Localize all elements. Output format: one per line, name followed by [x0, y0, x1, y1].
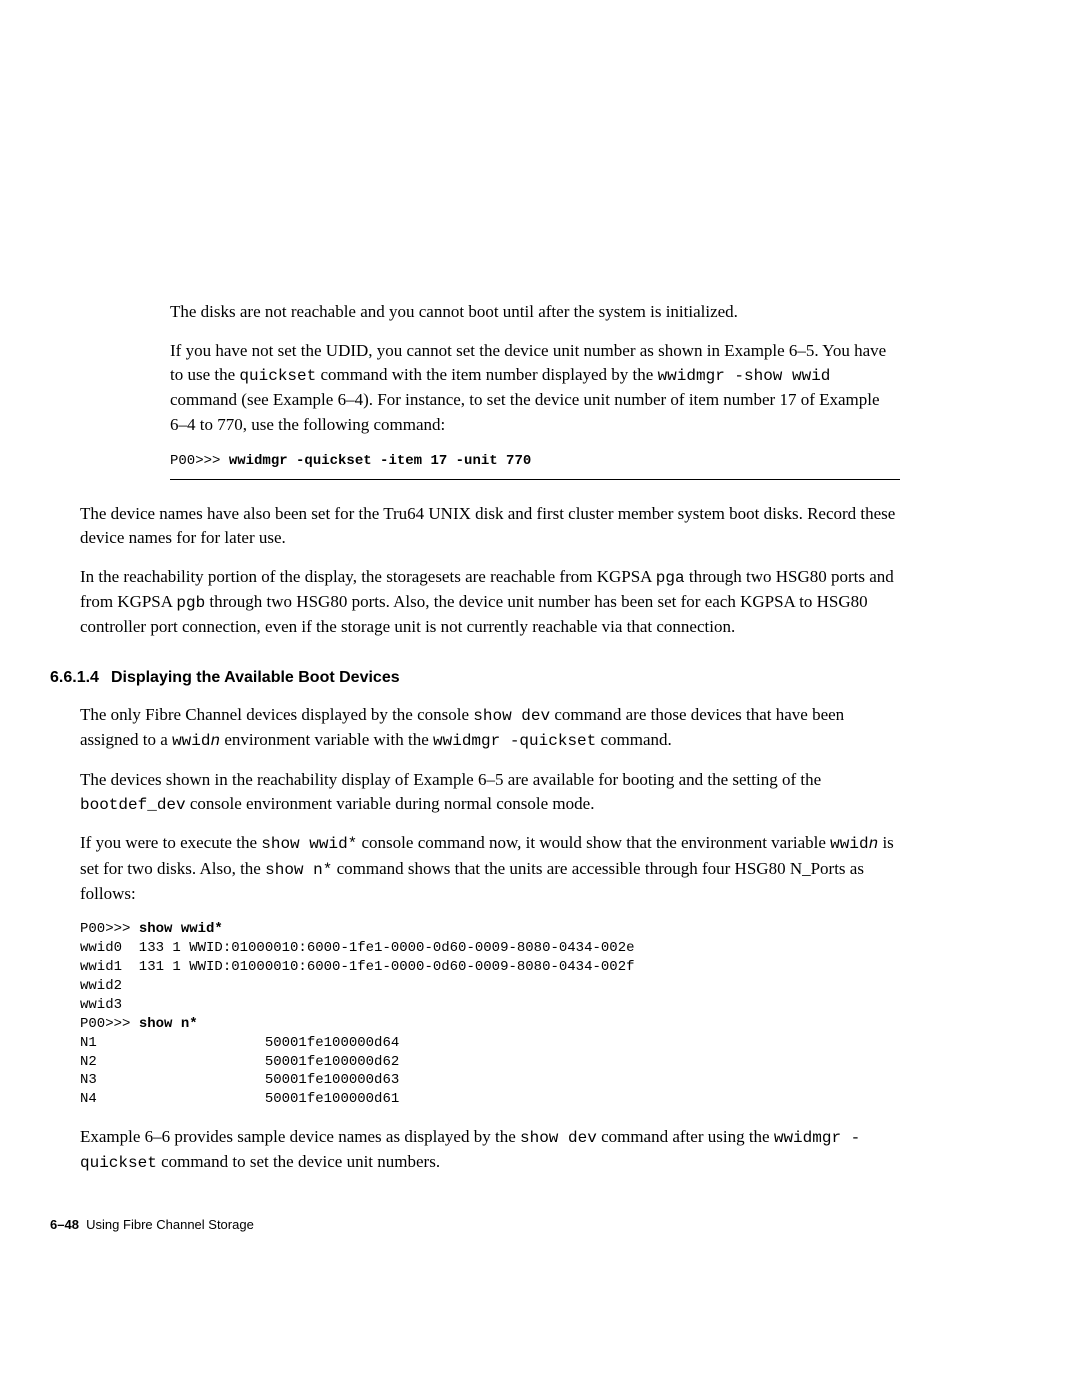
code-wwidn-2: wwidn: [830, 835, 878, 853]
command: show n*: [139, 1016, 198, 1032]
output-line: N1 50001fe100000d64: [80, 1035, 399, 1051]
text: console environment variable during norm…: [186, 794, 595, 813]
output-line: N2 50001fe100000d62: [80, 1054, 399, 1070]
code-quickset: quickset: [239, 367, 316, 385]
note-para-2: If you have not set the UDID, you cannot…: [170, 339, 900, 438]
page-number: 6–48: [50, 1217, 79, 1232]
page-footer: 6–48 Using Fibre Channel Storage: [50, 1216, 900, 1235]
output-line: wwid1 131 1 WWID:01000010:6000-1fe1-0000…: [80, 959, 635, 975]
text: wwid: [830, 835, 868, 853]
page: The disks are not reachable and you cann…: [0, 0, 1080, 1314]
section-number: 6.6.1.4: [50, 669, 99, 686]
code-show-dev: show dev: [473, 707, 550, 725]
text: console command now, it would show that …: [357, 833, 830, 852]
text: command to set the device unit numbers.: [157, 1152, 440, 1171]
console-listing: P00>>> show wwid* wwid0 133 1 WWID:01000…: [80, 920, 900, 1109]
code-bootdef-dev: bootdef_dev: [80, 796, 186, 814]
var-n: n: [869, 835, 879, 853]
para-device-names: The device names have also been set for …: [80, 502, 900, 551]
para-example-6-6: Example 6–6 provides sample device names…: [80, 1125, 900, 1175]
text: In the reachability portion of the displ…: [80, 567, 656, 586]
para-if-execute: If you were to execute the show wwid* co…: [80, 831, 900, 906]
text: command after using the: [597, 1127, 774, 1146]
code-wwidmgr-quickset: wwidmgr -quickset: [433, 732, 596, 750]
section-title: Displaying the Available Boot Devices: [111, 669, 400, 686]
text: environment variable with the: [220, 730, 433, 749]
code-pgb: pgb: [176, 594, 205, 612]
output-line: N4 50001fe100000d61: [80, 1091, 399, 1107]
text: wwid: [172, 732, 210, 750]
prompt: P00>>>: [80, 1016, 139, 1032]
output-line: wwid0 133 1 WWID:01000010:6000-1fe1-0000…: [80, 940, 635, 956]
output-line: N3 50001fe100000d63: [80, 1072, 399, 1088]
note-para-1: The disks are not reachable and you cann…: [170, 300, 900, 325]
var-n: n: [210, 732, 220, 750]
note-box: The disks are not reachable and you cann…: [170, 300, 900, 480]
para-devices-shown: The devices shown in the reachability di…: [80, 768, 900, 818]
command-example-1: P00>>> wwidmgr -quickset -item 17 -unit …: [170, 452, 900, 471]
divider: [170, 479, 900, 480]
command: show wwid*: [139, 921, 223, 937]
footer-title: Using Fibre Channel Storage: [86, 1217, 254, 1232]
text: Example 6–6 provides sample device names…: [80, 1127, 520, 1146]
code-show-n: show n*: [265, 861, 332, 879]
code-show-wwid: show wwid*: [261, 835, 357, 853]
output-line: wwid3: [80, 997, 122, 1013]
body-block: The device names have also been set for …: [80, 502, 900, 1235]
para-reachability: In the reachability portion of the displ…: [80, 565, 900, 640]
code-show-dev-2: show dev: [520, 1129, 597, 1147]
text: command with the item number displayed b…: [316, 365, 657, 384]
text: command.: [596, 730, 672, 749]
text: The devices shown in the reachability di…: [80, 770, 821, 789]
code-wwidmgr-show-wwid: wwidmgr -show wwid: [658, 367, 831, 385]
para-only-fc: The only Fibre Channel devices displayed…: [80, 703, 900, 753]
text: If you were to execute the: [80, 833, 261, 852]
code-pga: pga: [656, 569, 685, 587]
output-line: wwid2: [80, 978, 122, 994]
code-wwidn: wwidn: [172, 732, 220, 750]
prompt: P00>>>: [170, 453, 229, 469]
prompt: P00>>>: [80, 921, 139, 937]
text: command (see Example 6–4). For instance,…: [170, 390, 880, 434]
text: The only Fibre Channel devices displayed…: [80, 705, 473, 724]
command: wwidmgr -quickset -item 17 -unit 770: [229, 453, 531, 469]
section-heading: 6.6.1.4 Displaying the Available Boot Dev…: [50, 666, 900, 689]
